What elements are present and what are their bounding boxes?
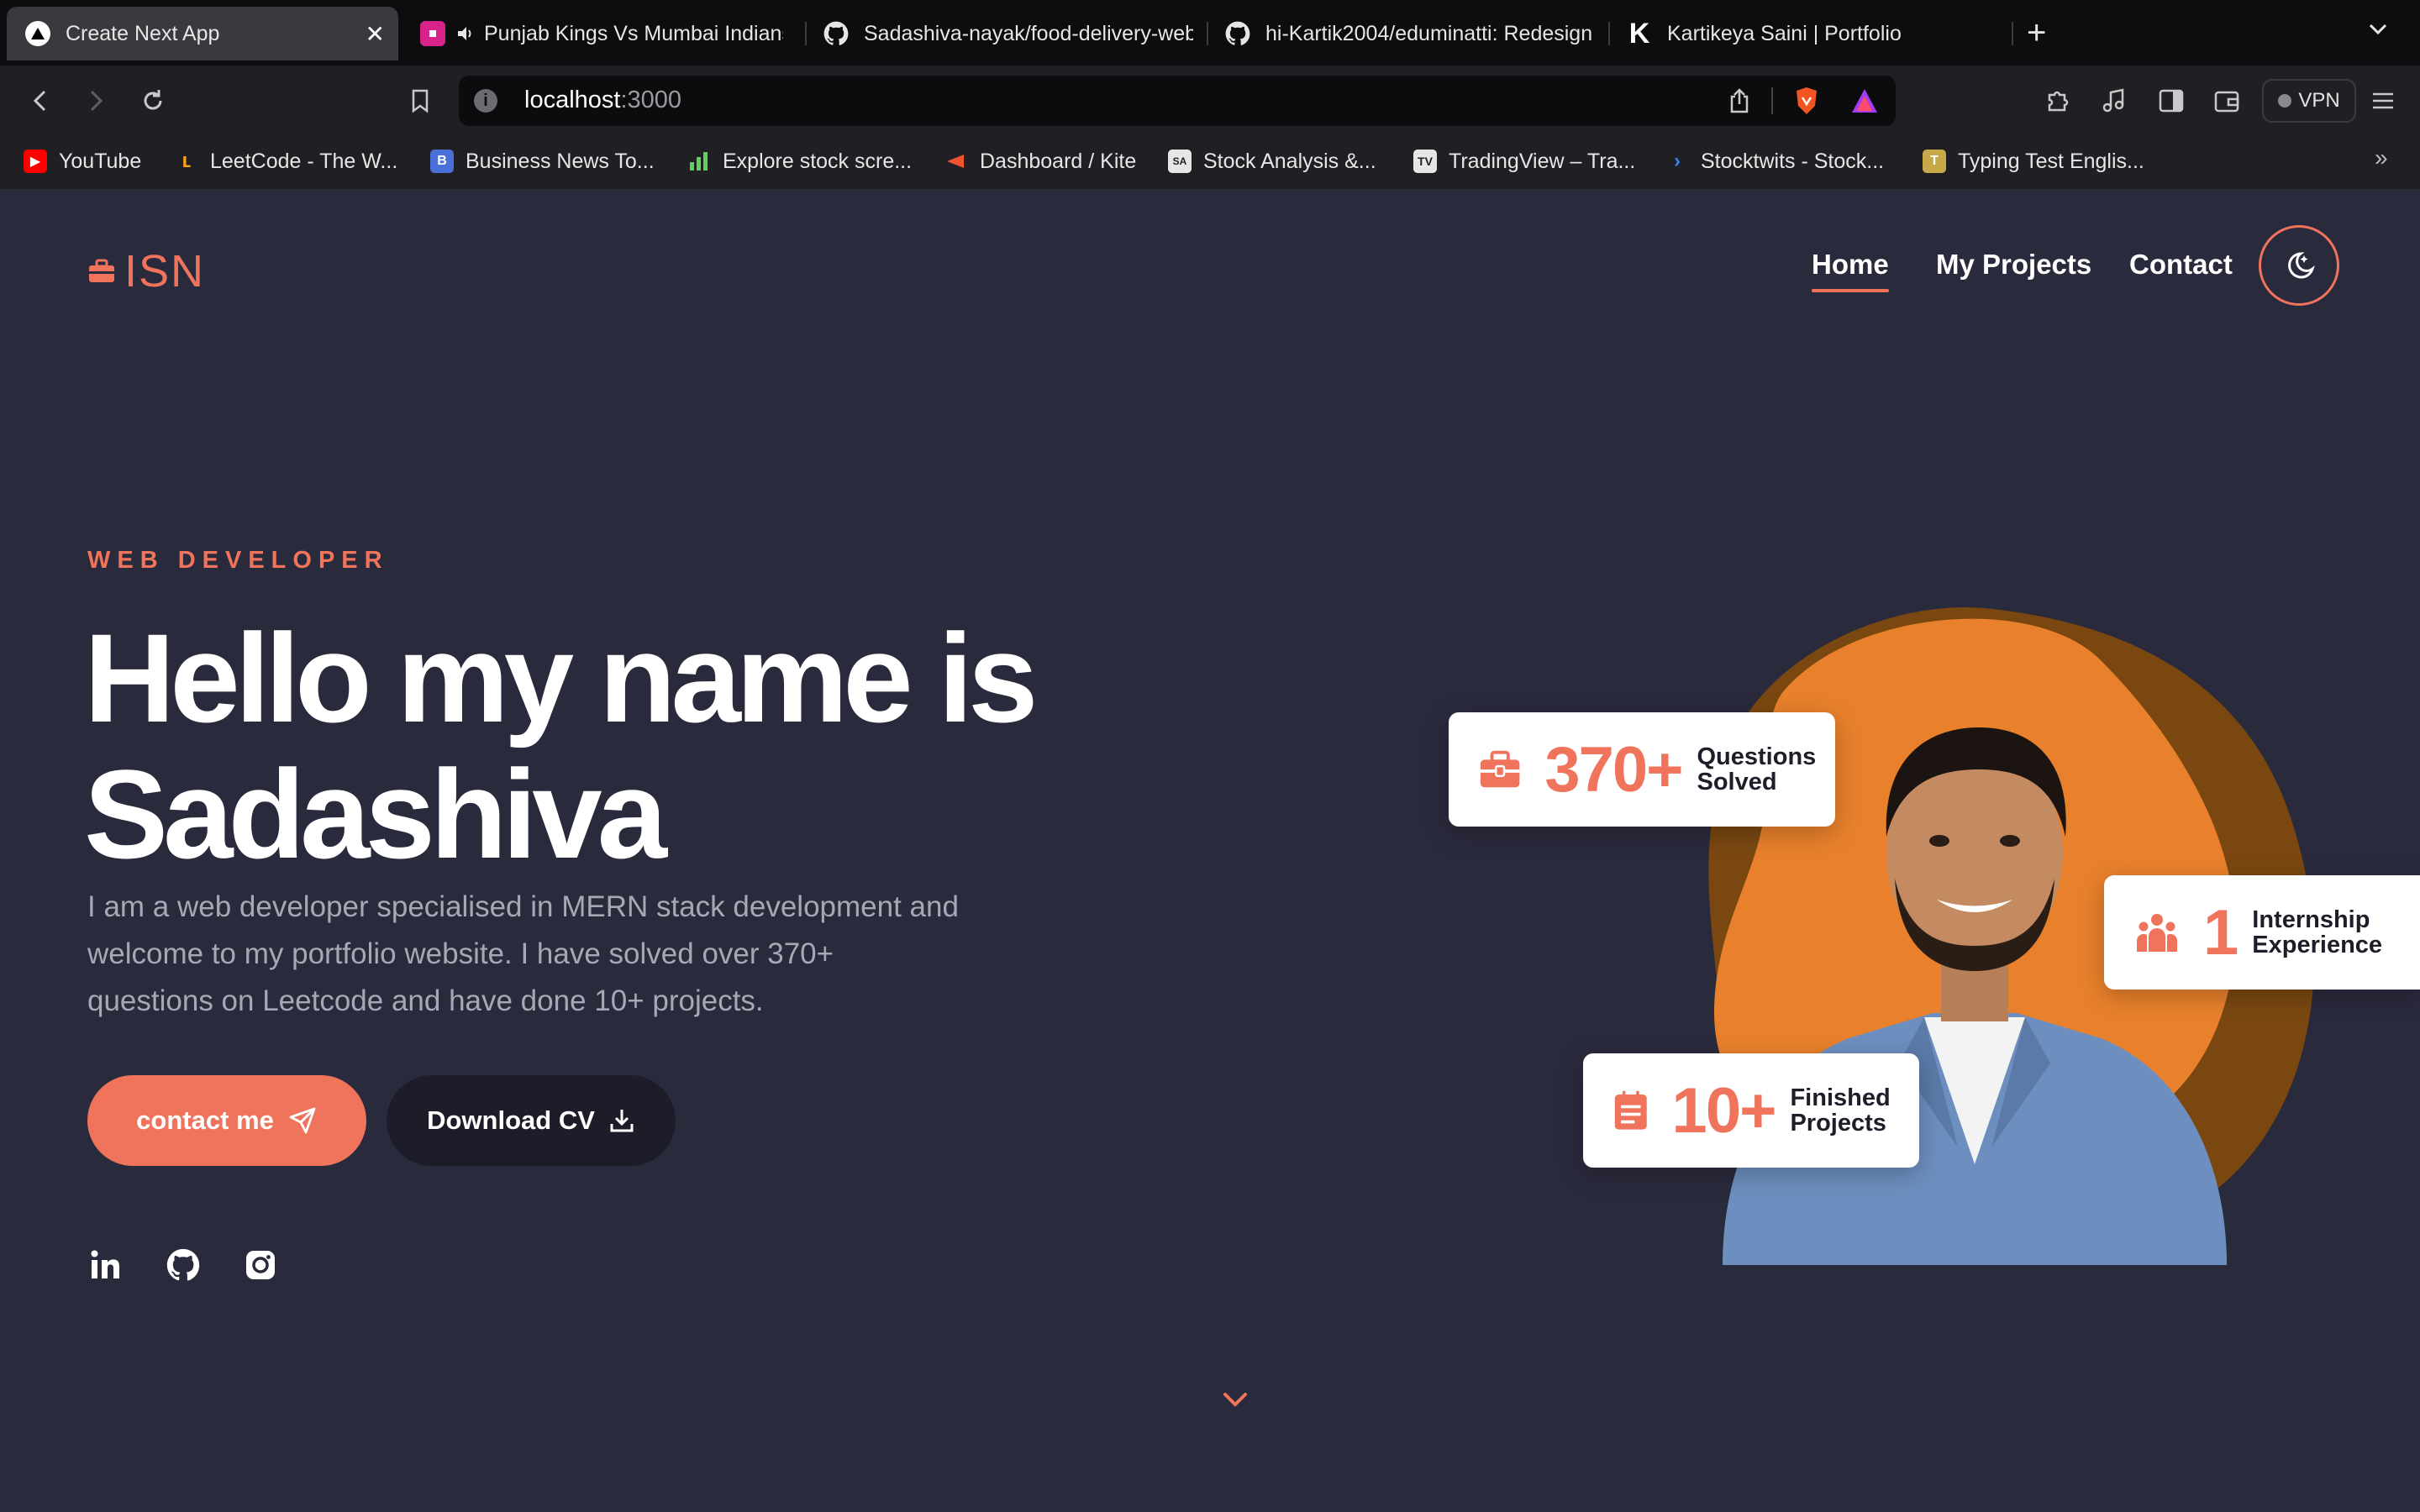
stat-card-projects: 10+ Finished Projects — [1583, 1053, 1919, 1168]
k-favicon-icon: K — [1628, 17, 1650, 50]
document-icon — [1614, 1090, 1647, 1130]
tab-kartikeya-portfolio[interactable]: K Kartikeya Saini | Portfolio — [1627, 7, 1996, 60]
nextjs-favicon-icon — [25, 21, 50, 46]
portfolio-page: ISN Home My Projects Contact WEB DEVELOP… — [0, 190, 2420, 1512]
share-icon[interactable] — [1728, 87, 1751, 118]
nav-contact[interactable]: Contact — [2129, 249, 2233, 281]
stat-card-internship: 1 Internship Experience — [2104, 875, 2420, 990]
bookmark-kite[interactable]: Dashboard / Kite — [944, 148, 1136, 175]
tab-list-chevron-icon[interactable] — [2368, 13, 2388, 42]
active-nav-underline — [1812, 289, 1889, 292]
leetcode-icon: ʟ — [182, 150, 192, 172]
media-controls-icon[interactable] — [2097, 84, 2131, 118]
close-tab-icon[interactable]: ✕ — [366, 20, 385, 48]
tab-punjab-kings[interactable]: Punjab Kings Vs Mumbai Indians — [420, 7, 783, 60]
new-tab-button[interactable]: + — [2027, 13, 2046, 52]
nav-my-projects[interactable]: My Projects — [1936, 249, 2091, 281]
bookmark-stock-analysis[interactable]: SA Stock Analysis &... — [1168, 148, 1376, 175]
hero-title: Hello my name is Sadashiva — [84, 607, 1039, 885]
typing-test-icon: T — [1923, 150, 1946, 173]
github-favicon-icon — [1225, 21, 1250, 46]
bookmark-leetcode[interactable]: ʟ LeetCode - The W... — [175, 148, 398, 175]
main-menu-icon[interactable] — [2366, 84, 2400, 118]
moon-stars-icon — [2288, 252, 2315, 279]
github-favicon-icon — [823, 21, 849, 46]
bookmark-stock-screener[interactable]: Explore stock scre... — [687, 148, 912, 175]
speaker-icon[interactable] — [455, 24, 474, 43]
bookmark-stocktwits[interactable]: › Stocktwits - Stock... — [1665, 148, 1884, 175]
logo-briefcase-icon — [89, 259, 114, 282]
users-icon — [2137, 914, 2177, 952]
site-info-icon[interactable]: i — [474, 89, 497, 113]
hero-description: I am a web developer specialised in MERN… — [87, 890, 959, 1017]
theme-toggle-button[interactable] — [2259, 225, 2339, 306]
news-icon: B — [430, 150, 454, 173]
sidebar-toggle-icon[interactable] — [2154, 84, 2188, 118]
extensions-icon[interactable] — [2040, 84, 2074, 118]
download-cv-button[interactable]: Download CV — [387, 1075, 676, 1166]
contact-me-button[interactable]: contact me — [87, 1075, 366, 1166]
bookmark-typing-test[interactable]: T Typing Test Englis... — [1923, 148, 2144, 175]
stock-analysis-icon: SA — [1168, 150, 1192, 173]
instagram-icon[interactable] — [242, 1247, 279, 1284]
brave-rewards-icon[interactable] — [1850, 87, 1879, 118]
bookmark-youtube[interactable]: ▶ YouTube — [24, 148, 141, 175]
send-icon — [289, 1107, 316, 1134]
vpn-button[interactable]: VPN — [2262, 79, 2356, 123]
url-text[interactable]: localhost:3000 — [524, 87, 681, 114]
cricket-favicon-icon — [420, 21, 445, 46]
bar-chart-icon — [687, 150, 711, 173]
address-bar[interactable]: i localhost:3000 — [459, 76, 1896, 126]
wallet-icon[interactable] — [2210, 84, 2244, 118]
tab-food-delivery-repo[interactable]: Sadashiva-nayak/food-delivery-website — [823, 7, 1193, 60]
hero-eyebrow: WEB DEVELOPER — [87, 547, 389, 574]
bookmark-page-icon[interactable] — [402, 82, 439, 119]
bookmark-tradingview[interactable]: TV TradingView – Tra... — [1413, 148, 1635, 175]
tab-create-next-app[interactable]: Create Next App ✕ — [7, 7, 398, 60]
brave-shields-icon[interactable] — [1793, 86, 1820, 120]
download-icon — [610, 1110, 634, 1132]
site-logo[interactable]: ISN — [87, 245, 205, 297]
back-icon[interactable] — [22, 82, 59, 119]
briefcase-icon — [1480, 750, 1520, 788]
reload-icon[interactable] — [134, 82, 171, 119]
vpn-status-dot — [2278, 94, 2292, 108]
scroll-down-chevron-icon[interactable] — [1218, 1383, 1252, 1416]
stat-card-questions: 370+ Questions Solved — [1449, 712, 1835, 827]
kite-icon — [944, 150, 968, 173]
tab-eduminatti-repo[interactable]: hi-Kartik2004/eduminatti: Redesign — [1225, 7, 1595, 60]
more-bookmarks-icon[interactable]: » — [2375, 144, 2388, 171]
forward-icon[interactable] — [77, 82, 114, 119]
bookmark-business-news[interactable]: B Business News To... — [430, 148, 655, 175]
github-icon[interactable] — [165, 1247, 202, 1284]
youtube-icon: ▶ — [24, 150, 47, 173]
linkedin-icon[interactable] — [87, 1247, 124, 1284]
browser-tab-bar: Create Next App ✕ Punjab Kings Vs Mumbai… — [0, 0, 2420, 66]
stocktwits-icon: › — [1674, 150, 1681, 172]
nav-home[interactable]: Home — [1812, 249, 1889, 292]
tradingview-icon: TV — [1413, 150, 1437, 173]
